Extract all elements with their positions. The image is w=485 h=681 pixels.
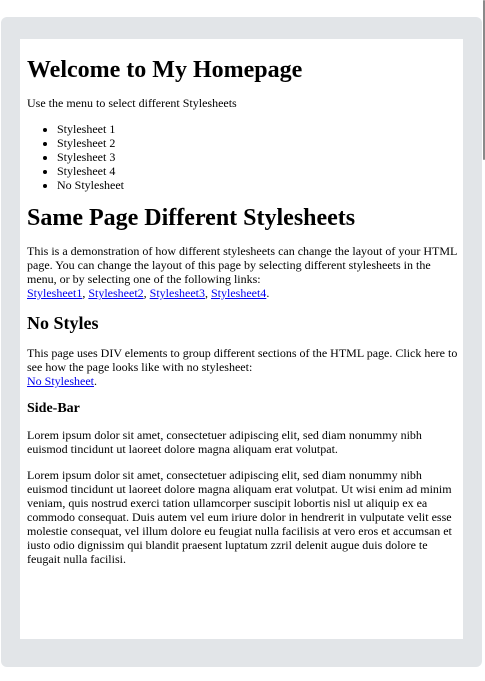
side-bar-paragraph-1: Lorem ipsum dolor sit amet, consectetuer…	[27, 428, 422, 456]
same-page-text: This is a demonstration of how different…	[27, 244, 457, 286]
link-period: .	[94, 374, 97, 388]
page-title: Welcome to My Homepage	[27, 57, 303, 83]
link-no-stylesheet[interactable]: No Stylesheet	[27, 374, 94, 388]
page-content: Welcome to My Homepage Use the menu to s…	[20, 39, 459, 566]
side-bar-paragraph-2: Lorem ipsum dolor sit amet, consectetuer…	[27, 468, 452, 566]
page-body: Welcome to My Homepage Use the menu to s…	[20, 39, 463, 639]
section-heading-same-page: Same Page Different Stylesheets	[27, 205, 356, 231]
menu-item-stylesheet-2[interactable]: Stylesheet 2	[57, 136, 459, 150]
link-stylesheet4[interactable]: Stylesheet4	[211, 286, 266, 300]
stylesheet-menu: Stylesheet 1 Stylesheet 2 Stylesheet 3 S…	[27, 122, 459, 192]
menu-item-stylesheet-3[interactable]: Stylesheet 3	[57, 150, 459, 164]
link-stylesheet1[interactable]: Stylesheet1	[27, 286, 82, 300]
menu-item-stylesheet-4[interactable]: Stylesheet 4	[57, 164, 459, 178]
link-stylesheet3[interactable]: Stylesheet3	[150, 286, 205, 300]
no-styles-text: This page uses DIV elements to group dif…	[27, 346, 458, 374]
no-styles-paragraph: This page uses DIV elements to group dif…	[27, 346, 459, 388]
viewport-frame: Welcome to My Homepage Use the menu to s…	[1, 17, 482, 667]
link-period: .	[266, 286, 270, 300]
section-heading-side-bar: Side-Bar	[27, 401, 80, 416]
link-stylesheet2[interactable]: Stylesheet2	[88, 286, 143, 300]
same-page-paragraph: This is a demonstration of how different…	[27, 244, 459, 300]
menu-item-no-stylesheet[interactable]: No Stylesheet	[57, 178, 459, 192]
menu-item-stylesheet-1[interactable]: Stylesheet 1	[57, 122, 459, 136]
intro-text: Use the menu to select different Stylesh…	[27, 96, 237, 110]
section-heading-no-styles: No Styles	[27, 313, 99, 333]
